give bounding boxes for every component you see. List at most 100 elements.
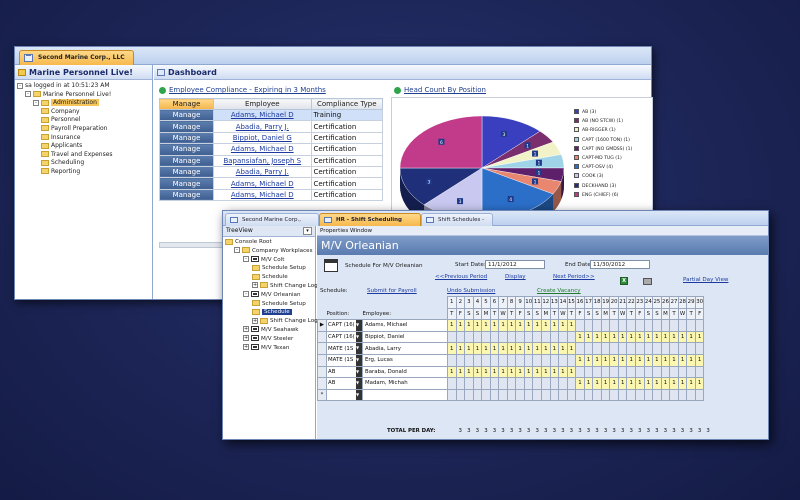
shift-cell[interactable] [643,365,654,379]
position-select[interactable]: MATE (1S ▼ [326,353,363,367]
shift-cell[interactable] [489,388,500,402]
manage-button[interactable]: Manage [159,165,214,179]
shift-cell[interactable] [592,388,602,402]
shift-cell[interactable]: 1 [600,377,611,390]
shift-cell[interactable] [455,353,466,367]
row-selector[interactable] [317,353,327,367]
shift-cell[interactable] [506,353,517,367]
tree-item[interactable]: - sa logged in at 10:51:23 AM [17,82,152,91]
expand-icon[interactable]: + [243,326,249,333]
shift-cell[interactable]: 1 [464,342,474,355]
shift-cell[interactable] [592,342,602,355]
shift-cell[interactable]: 1 [575,330,585,344]
shift-cell[interactable]: 1 [558,342,568,355]
shift-cell[interactable]: 1 [541,319,551,332]
table-row[interactable]: Manage Bapansiafan, Joseph S Certification [159,154,384,167]
shift-cell[interactable] [660,319,671,332]
shift-cell[interactable]: 1 [677,377,688,390]
shift-cell[interactable] [609,365,619,379]
collapse-icon[interactable]: - [17,82,23,89]
position-select[interactable]: MATE (1S ▼ [326,342,363,355]
shift-cell[interactable] [566,353,577,367]
tree-item[interactable]: + M/V Seahawk [225,326,315,335]
tree-item[interactable]: - M/V Colt [225,256,315,265]
shift-cell[interactable] [592,319,602,332]
shift-cell[interactable]: 1 [464,319,474,332]
shift-cell[interactable]: 1 [652,330,662,344]
shift-cell[interactable]: 1 [686,377,696,390]
employee-link[interactable]: Adams, Michael D [213,108,312,122]
shift-cell[interactable]: 1 [464,365,474,379]
shift-cell[interactable]: 1 [447,319,457,332]
tree-item[interactable]: Console Root [225,238,315,247]
shift-cell[interactable] [558,388,568,402]
shift-cell[interactable] [583,365,594,379]
shift-cell[interactable]: 1 [455,365,466,379]
shift-cell[interactable] [600,388,611,402]
shift-cell[interactable] [464,388,474,402]
row-selector[interactable] [317,377,327,390]
tree-item[interactable]: - Company Workplaces [225,247,315,256]
shift-cell[interactable] [583,388,594,402]
chevron-down-icon[interactable]: ▼ [356,355,362,366]
shift-cell[interactable]: 1 [523,342,534,355]
employee-link[interactable]: Abadia, Parry J. [213,120,312,133]
tree-item[interactable]: + M/V Texan [225,344,315,353]
start-date-input[interactable]: 11/1/2012 [485,260,545,269]
tree-item[interactable]: Schedule Setup [225,264,315,273]
shift-cell[interactable] [609,388,619,402]
shift-cell[interactable]: 1 [626,330,637,344]
expand-icon[interactable]: + [243,335,249,342]
table-row[interactable]: CAPT (16(▼ Bippiot, Daniel 1 1 1 1 1 1 1 1 1 1 1 1 1 1 1 [317,330,705,344]
shift-cell[interactable] [617,342,628,355]
shift-cell[interactable]: 1 [592,353,602,367]
tree-item[interactable]: + Shift Change Logs [225,317,321,326]
shift-cell[interactable] [558,377,568,390]
chevron-down-icon[interactable]: ▼ [356,320,362,331]
shift-cell[interactable]: 1 [498,319,508,332]
shift-cell[interactable] [523,330,534,344]
shift-cell[interactable]: 1 [549,319,560,332]
shift-cell[interactable]: 1 [652,353,662,367]
shift-cell[interactable] [506,330,517,344]
shift-cell[interactable]: 1 [532,319,542,332]
shift-cell[interactable] [600,365,611,379]
chevron-down-icon[interactable]: ▾ [303,227,312,235]
shift-cell[interactable] [686,365,696,379]
display-link[interactable]: Display [505,274,526,280]
table-row[interactable]: AB ▼ Baraba, Donald 1 1 1 1 1 1 1 1 1 1 1 1 1 1 1 [317,365,705,379]
shift-cell[interactable]: 1 [669,377,679,390]
shift-cell[interactable] [532,377,542,390]
tree-item[interactable]: Schedule [225,308,315,317]
shift-cell[interactable] [626,365,637,379]
shift-cell[interactable] [652,319,662,332]
shift-cell[interactable]: 1 [686,353,696,367]
shift-cell[interactable]: 1 [447,342,457,355]
tab-second-marine[interactable]: Second Marine Corp., LLC [225,213,319,235]
shift-cell[interactable]: 1 [617,353,628,367]
employee-link[interactable]: Bippiot, Daniel G [213,131,312,145]
row-selector[interactable]: ▶ [317,319,327,332]
shift-cell[interactable] [566,388,577,402]
shift-cell[interactable] [575,388,585,402]
tree-item[interactable]: Reporting [17,168,152,177]
shift-cell[interactable]: 1 [635,330,645,344]
submit-for-payroll-link[interactable]: Submit for Payroll [367,288,417,294]
shift-cell[interactable] [455,377,466,390]
shift-cell[interactable] [523,388,534,402]
print-icon[interactable] [643,278,652,285]
shift-cell[interactable] [541,388,551,402]
end-date-input[interactable]: 11/30/2012 [590,260,650,269]
shift-cell[interactable] [643,319,654,332]
shift-cell[interactable]: 1 [481,365,491,379]
table-row[interactable]: MATE (1S ▼ Abadia, Larry 1 1 1 1 1 1 1 1 1 1 1 1 1 1 1 [317,342,705,355]
shift-cell[interactable]: 1 [472,365,483,379]
shift-cell[interactable] [498,353,508,367]
tab-second-marine[interactable]: Second Marine Corp., LLC [19,50,134,65]
undo-submission-link[interactable]: Undo Submission [447,288,495,294]
shift-cell[interactable] [694,365,705,379]
shift-cell[interactable]: 1 [660,330,671,344]
shift-cell[interactable] [583,319,594,332]
create-vacancy-link[interactable]: Create Vacancy [537,288,581,294]
shift-cell[interactable] [669,319,679,332]
